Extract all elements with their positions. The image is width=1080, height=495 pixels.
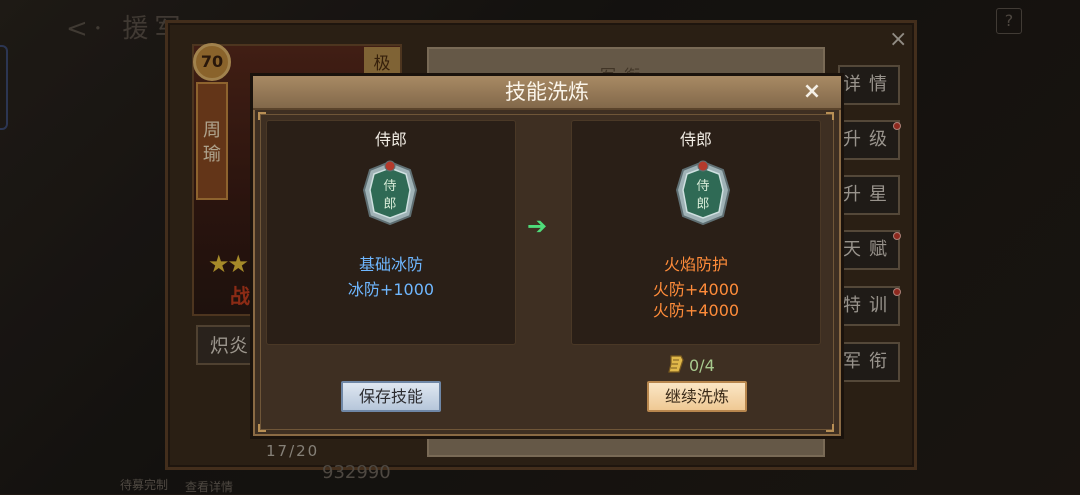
dialog-close-icon[interactable]: × [800, 80, 824, 104]
refine-cost-count: 0/4 [689, 356, 715, 375]
frame-corner-ornament [826, 424, 834, 432]
frame-corner-ornament [258, 424, 266, 432]
new-skill-stat-2: 火防+4000 [652, 301, 740, 320]
new-skill-name: 火焰防护 [663, 255, 728, 274]
svg-text:侍: 侍 [383, 179, 396, 194]
frame-corner-ornament [826, 112, 834, 120]
frame-corner-ornament [258, 112, 266, 120]
arrow-right-icon: ➔ [527, 212, 548, 240]
save-skill-button[interactable]: 保存技能 [341, 381, 441, 412]
dialog-title: 技能洗炼 [505, 80, 589, 104]
current-skill-name: 基础冰防 [358, 255, 423, 274]
current-skill-panel [266, 120, 516, 345]
refine-scroll-icon [668, 355, 684, 373]
svg-text:郎: 郎 [696, 197, 709, 212]
svg-text:郎: 郎 [383, 197, 396, 212]
new-skill-rank: 侍郎 [679, 130, 712, 149]
shilang-badge-icon: 侍 郎 [675, 160, 731, 226]
continue-refine-button[interactable]: 继续洗炼 [647, 381, 747, 412]
shilang-badge-icon: 侍 郎 [362, 160, 418, 226]
svg-text:侍: 侍 [696, 179, 709, 194]
current-skill-stat: 冰防+1000 [347, 280, 435, 299]
current-skill-rank: 侍郎 [374, 130, 407, 149]
